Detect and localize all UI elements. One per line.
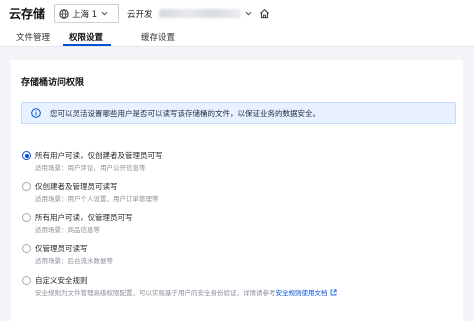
radio-button[interactable] — [22, 213, 31, 222]
option-label: 仅创建者及管理员可读写 — [35, 182, 118, 191]
info-icon — [31, 108, 41, 118]
option-description: 适用场景：用户个人设置、用户订单管理等 — [35, 195, 159, 203]
chevron-down-icon — [101, 11, 108, 16]
option-label: 仅管理员可读写 — [35, 244, 88, 253]
option-custom-rules[interactable]: 自定义安全规则 安全规则为文件管理高级权限配置，可以实现基于用户的安全身份验证，… — [21, 275, 456, 301]
tab-permission-settings[interactable]: 权限设置 — [69, 31, 103, 43]
option-description: 适用场景：用户评论、用户公开信息等 — [35, 164, 146, 172]
radio-button[interactable] — [22, 151, 31, 160]
tab-file-management[interactable]: 文件管理 — [16, 31, 50, 43]
option-admin-only[interactable]: 仅管理员可读写 适用场景：后台流水数据等 — [21, 243, 456, 269]
option-label: 所有用户可读，仅管理员可写 — [35, 213, 133, 222]
app-title: 云存储 — [9, 7, 46, 21]
option-creator-readwrite[interactable]: 仅创建者及管理员可读写 适用场景：用户个人设置、用户订单管理等 — [21, 181, 456, 207]
env-id-redacted[interactable] — [158, 9, 241, 18]
home-icon[interactable] — [259, 8, 270, 19]
option-admin-write[interactable]: 所有用户可读，仅管理员可写 适用场景：商品信息等 — [21, 212, 456, 238]
region-label: 上海 1 — [72, 9, 98, 20]
option-description: 适用场景：商品信息等 — [35, 226, 100, 234]
radio-button[interactable] — [22, 276, 31, 285]
info-notice: 您可以灵活设置哪些用户是否可以读写该存储桶的文件，以保证业务的数据安全。 — [21, 102, 456, 124]
security-rules-doc-link[interactable]: 安全规则使用文档 — [276, 289, 328, 297]
option-public-read[interactable]: 所有用户可读，仅创建者及管理员可写 适用场景：用户评论、用户公开信息等 — [21, 150, 456, 176]
tab-cache-settings[interactable]: 缓存设置 — [141, 31, 175, 43]
radio-button[interactable] — [22, 182, 31, 191]
option-description: 安全规则为文件管理高级权限配置，可以实现基于用户的安全身份验证，详情请参考安全规… — [35, 287, 337, 297]
env-label: 云开发 — [127, 9, 153, 20]
region-selector[interactable]: 上海 1 — [54, 4, 120, 23]
radio-button[interactable] — [22, 244, 31, 253]
external-link-icon[interactable] — [330, 289, 337, 296]
panel-title: 存储桶访问权限 — [21, 78, 85, 88]
option-label: 自定义安全规则 — [35, 276, 88, 285]
active-tab-indicator — [63, 44, 111, 46]
option-label: 所有用户可读，仅创建者及管理员可写 — [35, 151, 163, 160]
permission-panel: 存储桶访问权限 您可以灵活设置哪些用户是否可以读写该存储桶的文件，以保证业务的数… — [11, 60, 463, 321]
globe-icon — [59, 8, 69, 19]
option-description: 适用场景：后台流水数据等 — [35, 257, 113, 265]
notice-text: 您可以灵活设置哪些用户是否可以读写该存储桶的文件，以保证业务的数据安全。 — [50, 108, 320, 118]
option-description-text: 安全规则为文件管理高级权限配置，可以实现基于用户的安全身份验证，详情请参考 — [35, 289, 276, 297]
tab-bar: 文件管理 权限设置 缓存设置 — [0, 27, 474, 47]
env-chevron-down-icon[interactable] — [245, 10, 252, 17]
top-bar: 云存储 上海 1 云开发 — [0, 0, 474, 27]
